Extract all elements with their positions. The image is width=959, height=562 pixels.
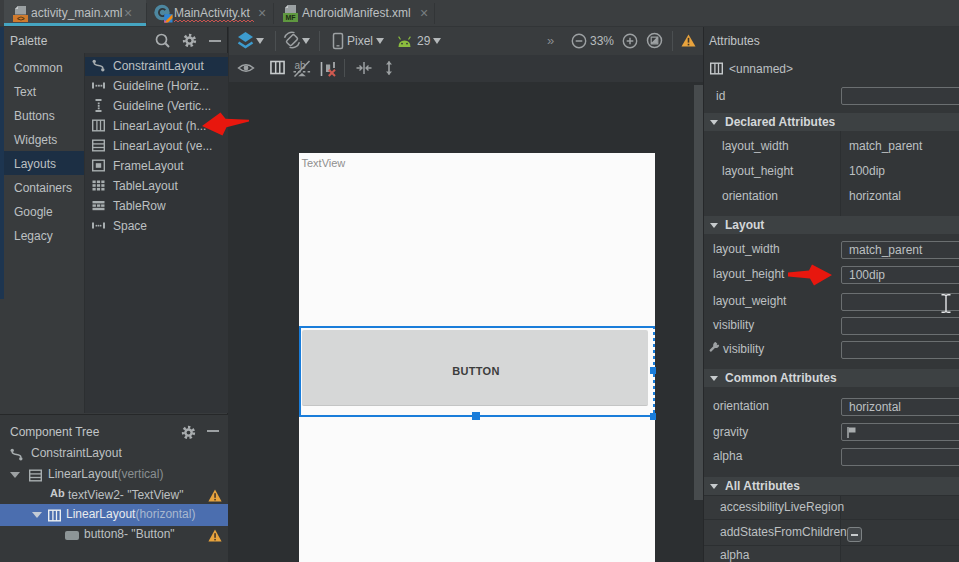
svg-text:ab: ab xyxy=(295,60,307,71)
